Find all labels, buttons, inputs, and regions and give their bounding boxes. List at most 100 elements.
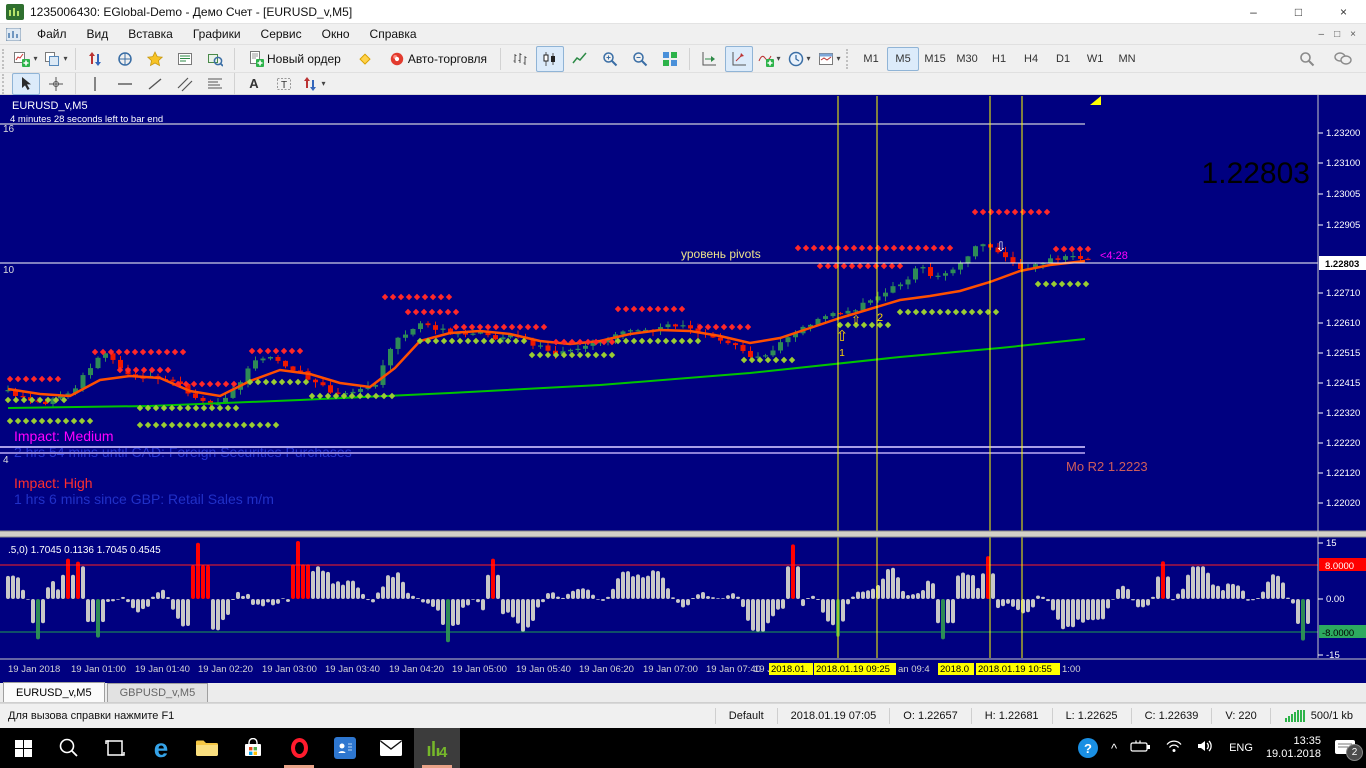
- close-button[interactable]: ×: [1321, 0, 1366, 23]
- status-open: O: 1.22657: [889, 708, 970, 725]
- opera-icon[interactable]: [276, 728, 322, 768]
- chart-shift-button[interactable]: [725, 46, 753, 72]
- store-icon[interactable]: [230, 728, 276, 768]
- timeframe-mn[interactable]: MN: [1111, 47, 1143, 71]
- windows-logo-icon: [15, 740, 32, 757]
- tray-chevron-icon[interactable]: ^: [1111, 741, 1117, 756]
- chart-canvas[interactable]: Impact: Medium2 hrs 54 mins until CAD: F…: [0, 95, 1366, 683]
- candlestick-chart-button[interactable]: [536, 46, 564, 72]
- menu-tools[interactable]: Сервис: [251, 25, 312, 43]
- autotrade-icon: [389, 51, 405, 67]
- time-axis-label: 19 Jan 05:40: [516, 664, 571, 675]
- chart-window-icon: [6, 28, 21, 41]
- navigator-button[interactable]: [141, 46, 169, 72]
- text-tool-button[interactable]: A: [240, 73, 268, 95]
- tab-eurusd[interactable]: EURUSD_v,M5: [3, 682, 105, 702]
- channel-tool-button[interactable]: [171, 73, 199, 95]
- time-axis-label: 19 Jan 07:40: [706, 664, 761, 675]
- taskbar-clock[interactable]: 13:35 19.01.2018: [1266, 735, 1321, 761]
- volume-icon[interactable]: [1196, 738, 1216, 759]
- trendline-tool-button[interactable]: [141, 73, 169, 95]
- tile-windows-button[interactable]: [656, 46, 684, 72]
- autotrade-button[interactable]: Авто-торговля: [381, 46, 495, 72]
- toolbar-grip: [2, 49, 7, 69]
- big-price-label: 1.22803: [1202, 157, 1310, 190]
- child-close-button[interactable]: ×: [1350, 29, 1356, 40]
- menu-charts[interactable]: Графики: [183, 25, 251, 43]
- mail-icon[interactable]: [368, 728, 414, 768]
- svg-text:-8.0000: -8.0000: [1322, 628, 1354, 639]
- child-minimize-button[interactable]: –: [1319, 29, 1325, 40]
- timeframe-w1[interactable]: W1: [1079, 47, 1111, 71]
- tab-gbpusd[interactable]: GBPUSD_v,M5: [107, 683, 209, 702]
- line-chart-button[interactable]: [566, 46, 594, 72]
- menu-view[interactable]: Вид: [77, 25, 119, 43]
- people-app-icon[interactable]: [322, 728, 368, 768]
- task-view-icon[interactable]: [92, 728, 138, 768]
- cursor-tool-button[interactable]: [12, 73, 40, 95]
- highlighted-time-label: 2018.01.19 10:55: [978, 664, 1052, 675]
- strategy-tester-button[interactable]: [201, 46, 229, 72]
- child-restore-button[interactable]: □: [1334, 29, 1340, 40]
- price-axis-label: 1.22120: [1326, 468, 1360, 479]
- fibonacci-tool-button[interactable]: [201, 73, 229, 95]
- terminal-button[interactable]: [171, 46, 199, 72]
- price-axis-label: 1.22515: [1326, 348, 1360, 359]
- timeframe-m30[interactable]: M30: [951, 47, 983, 71]
- notification-icon[interactable]: 2: [1334, 739, 1356, 757]
- text-label-tool-button[interactable]: T: [270, 73, 298, 95]
- indicator-axis-label: 0.00: [1326, 594, 1345, 605]
- highlighted-time-label: 2018.01.: [771, 664, 808, 675]
- market-watch-button[interactable]: [81, 46, 109, 72]
- search-icon[interactable]: [1293, 46, 1321, 72]
- start-button[interactable]: [0, 728, 46, 768]
- profiles-button[interactable]: ▾: [42, 46, 70, 72]
- timeframe-m15[interactable]: M15: [919, 47, 951, 71]
- edge-icon[interactable]: e: [138, 728, 184, 768]
- toolbar-separator: [234, 73, 235, 95]
- taskbar-search-icon[interactable]: [46, 728, 92, 768]
- arrow-objects-button[interactable]: ▾: [300, 73, 328, 95]
- zoom-in-button[interactable]: [596, 46, 624, 72]
- toolbar-grip: [846, 49, 851, 69]
- time-axis-label: 19 Jan 03:00: [262, 664, 317, 675]
- templates-button[interactable]: ▾: [815, 46, 843, 72]
- battery-icon[interactable]: [1130, 739, 1152, 758]
- timeframe-h1[interactable]: H1: [983, 47, 1015, 71]
- new-chart-button[interactable]: ▾: [12, 46, 40, 72]
- pane-splitter[interactable]: [0, 531, 1366, 537]
- zoom-out-button[interactable]: [626, 46, 654, 72]
- file-explorer-icon[interactable]: [184, 728, 230, 768]
- language-indicator[interactable]: ENG: [1229, 742, 1253, 754]
- maximize-button[interactable]: □: [1276, 0, 1321, 23]
- chat-icon[interactable]: [1329, 46, 1357, 72]
- metatrader-icon[interactable]: 4: [414, 728, 460, 768]
- arrow-number-label: 2: [877, 312, 883, 324]
- new-order-button[interactable]: Новый ордер: [240, 46, 349, 72]
- svg-text:4: 4: [439, 744, 448, 761]
- crosshair-tool-button[interactable]: [42, 73, 70, 95]
- menu-file[interactable]: Файл: [27, 25, 77, 43]
- timeframe-h4[interactable]: H4: [1015, 47, 1047, 71]
- periods-button[interactable]: ▾: [785, 46, 813, 72]
- metaeditor-button[interactable]: [351, 46, 379, 72]
- horizontal-line-tool-button[interactable]: [111, 73, 139, 95]
- auto-scroll-button[interactable]: [695, 46, 723, 72]
- connection-speed-label: 500/1 kb: [1311, 710, 1353, 722]
- time-axis-label: 19 Jan 05:00: [452, 664, 507, 675]
- wifi-icon[interactable]: [1165, 739, 1183, 758]
- data-window-button[interactable]: [111, 46, 139, 72]
- help-tray-icon[interactable]: ?: [1078, 738, 1098, 758]
- menu-window[interactable]: Окно: [312, 25, 360, 43]
- indicators-button[interactable]: ▾: [755, 46, 783, 72]
- timeframe-m5[interactable]: M5: [887, 47, 919, 71]
- bar-chart-button[interactable]: [506, 46, 534, 72]
- up-arrow-mark: ⇧: [851, 313, 861, 327]
- menu-insert[interactable]: Вставка: [118, 25, 183, 43]
- timeframe-m1[interactable]: M1: [855, 47, 887, 71]
- menu-help[interactable]: Справка: [360, 25, 427, 43]
- chevron-down-icon: ▾: [321, 80, 325, 88]
- vertical-line-tool-button[interactable]: [81, 73, 109, 95]
- minimize-button[interactable]: –: [1231, 0, 1276, 23]
- timeframe-d1[interactable]: D1: [1047, 47, 1079, 71]
